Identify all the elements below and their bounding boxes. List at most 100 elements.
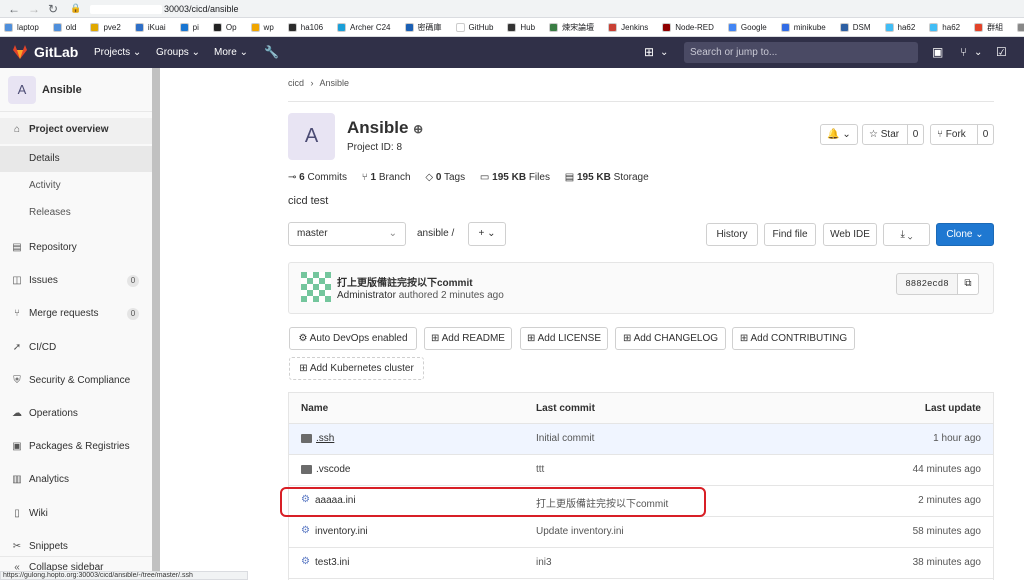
add-readme-button[interactable]: ⊞ Add README — [424, 327, 512, 350]
add-license-button[interactable]: ⊞ Add LICENSE — [520, 327, 608, 350]
clone-button[interactable]: Clone ⌄ — [936, 223, 994, 246]
tags-stat[interactable]: ◇ 0 Tags — [425, 172, 465, 183]
file-last-commit[interactable]: ttt — [536, 464, 544, 475]
file-name[interactable]: .ssh — [316, 433, 334, 444]
forward-icon[interactable]: → — [28, 2, 40, 16]
branch-stat[interactable]: ⑂ 1 Branch — [362, 172, 411, 183]
plus-square-icon[interactable]: ⊞ — [644, 45, 654, 59]
sidebar-item-merge-requests[interactable]: ⑂ Merge requests 0 — [0, 308, 152, 324]
file-name-cell[interactable]: ⚙ inventory.ini — [301, 526, 368, 537]
branch-select[interactable]: master ⌄ — [288, 222, 406, 246]
table-row[interactable]: .vscode ttt 44 minutes ago — [289, 455, 993, 486]
sidebar-item-operations[interactable]: ☁ Operations — [0, 408, 152, 424]
bookmark-item[interactable]: 群組 — [974, 18, 1003, 36]
bookmark-item[interactable]: 密碼庫 — [404, 18, 442, 36]
projects-menu[interactable]: Projects ⌄ — [94, 47, 141, 58]
bookmark-item[interactable]: Google — [727, 18, 767, 36]
copy-icon[interactable]: ⧉ — [957, 273, 979, 295]
bookmark-item[interactable]: ph105 — [1017, 18, 1024, 36]
merge-request-nav-icon[interactable]: ⑂ — [960, 45, 967, 59]
search-input[interactable]: Search or jump to... — [684, 42, 918, 63]
chevron-down-icon[interactable]: ⌄ — [974, 47, 982, 58]
issues-nav-icon[interactable]: ☑ — [996, 45, 1007, 59]
add-changelog-button[interactable]: ⊞ Add CHANGELOG — [615, 327, 726, 350]
address-bar[interactable]: 30003/cicd/ansible — [84, 2, 1024, 16]
sidebar-item-snippets[interactable]: ✂ Snippets — [0, 541, 152, 553]
breadcrumb-project[interactable]: Ansible — [320, 78, 350, 88]
add-contributing-button[interactable]: ⊞ Add CONTRIBUTING — [732, 327, 855, 350]
sidebar-project-header[interactable]: A Ansible — [0, 68, 152, 112]
bookmark-item[interactable]: Jenkins — [608, 18, 648, 36]
notification-button[interactable]: 🔔 ⌄ — [820, 124, 858, 145]
sidebar-item-security[interactable]: ⛨ Security & Compliance — [0, 375, 152, 391]
sidebar-subitem-details[interactable]: Details — [0, 146, 152, 172]
history-button[interactable]: History — [706, 223, 758, 246]
file-last-commit[interactable]: ini3 — [536, 557, 552, 568]
chevron-down-icon[interactable]: ⌄ — [660, 47, 668, 58]
groups-menu[interactable]: Groups ⌄ — [156, 47, 200, 58]
bookmark-item[interactable]: Archer C24 — [337, 18, 391, 36]
bookmark-item[interactable]: laptop — [4, 18, 39, 36]
file-last-commit[interactable]: Update inventory.ini — [536, 526, 624, 537]
sidebar-item-analytics[interactable]: ▥ Analytics — [0, 474, 152, 490]
gitlab-logo-icon[interactable] — [12, 44, 28, 60]
file-name-cell[interactable]: .ssh — [301, 433, 334, 444]
bookmark-item[interactable]: ha106 — [287, 18, 323, 36]
sidebar-subitem-activity[interactable]: Activity — [0, 173, 152, 199]
commit-author[interactable]: Administrator — [337, 290, 396, 301]
lock-icon[interactable]: 🔒 — [70, 3, 81, 14]
table-row[interactable]: ⚙ test3.ini ini3 38 minutes ago — [289, 548, 993, 579]
bookmark-item[interactable]: GitHub — [455, 18, 493, 36]
path-root[interactable]: ansible — [417, 228, 449, 239]
file-last-commit[interactable]: Initial commit — [536, 433, 594, 444]
auto-devops-button[interactable]: ⚙ Auto DevOps enabled — [289, 327, 417, 350]
bookmark-item[interactable]: iKuai — [134, 18, 166, 36]
gitlab-brand[interactable]: GitLab — [34, 44, 78, 60]
bookmark-item[interactable]: old — [52, 18, 76, 36]
sidebar-item-repository[interactable]: ▤ Repository — [0, 242, 152, 258]
bookmark-item[interactable]: minikube — [780, 18, 826, 36]
commits-stat[interactable]: ⊸ 6 Commits — [288, 172, 347, 183]
bookmark-item[interactable]: pve2 — [90, 18, 121, 36]
file-name-cell[interactable]: ⚙ test3.ini — [301, 557, 349, 568]
table-row[interactable]: ⚙ inventory.ini Update inventory.ini 58 min… — [289, 517, 993, 548]
fork-button[interactable]: ⑂ Fork 0 — [930, 124, 994, 145]
add-kubernetes-button[interactable]: ⊞ Add Kubernetes cluster — [289, 357, 424, 380]
sidebar-scrollbar[interactable] — [152, 68, 160, 580]
commit-title[interactable]: 打上更版備註完按以下commit — [337, 274, 473, 289]
bookmark-item[interactable]: ha62 — [884, 18, 915, 36]
file-name[interactable]: .vscode — [316, 464, 350, 475]
sidebar-subitem-releases[interactable]: Releases — [0, 200, 152, 226]
file-name-cell[interactable]: .vscode — [301, 464, 350, 475]
reload-icon[interactable]: ↻ — [48, 2, 58, 16]
file-name[interactable]: test3.ini — [315, 557, 349, 568]
table-row[interactable]: .ssh Initial commit 1 hour ago — [289, 424, 993, 455]
bookmark-item[interactable]: pi — [179, 18, 199, 36]
sidebar-item-packages[interactable]: ▣ Packages & Registries — [0, 441, 152, 457]
sidebar-item-cicd[interactable]: ➚ CI/CD — [0, 342, 152, 358]
sidebar-item-wiki[interactable]: ▯ Wiki — [0, 508, 152, 524]
star-button[interactable]: ☆ Star 0 — [862, 124, 924, 145]
file-name[interactable]: inventory.ini — [315, 526, 368, 537]
star-count[interactable]: 0 — [907, 125, 923, 144]
wrench-icon[interactable]: 🔧 — [264, 45, 279, 59]
web-ide-button[interactable]: Web IDE — [823, 223, 877, 246]
back-icon[interactable]: ← — [8, 2, 20, 16]
download-button[interactable]: ⤓ ⌄ — [883, 223, 930, 246]
bookmark-item[interactable]: Op — [212, 18, 237, 36]
bookmark-item[interactable]: Node-RED — [662, 18, 714, 36]
bookmark-item[interactable]: ha62 — [929, 18, 960, 36]
more-menu[interactable]: More ⌄ — [214, 47, 248, 58]
find-file-button[interactable]: Find file — [764, 223, 816, 246]
bookmark-item[interactable]: wp — [250, 18, 274, 36]
files-stat[interactable]: ▭ 195 KB Files — [480, 172, 550, 183]
bookmark-item[interactable]: 煉宋論壇 — [549, 18, 594, 36]
todo-icon[interactable]: ▣ — [932, 45, 943, 59]
sidebar-item-project-overview[interactable]: ⌂ Project overview — [0, 118, 152, 144]
bookmark-item[interactable]: DSM — [839, 18, 871, 36]
fork-count[interactable]: 0 — [977, 125, 993, 144]
breadcrumb-group[interactable]: cicd — [288, 78, 304, 88]
add-to-tree-button[interactable]: + ⌄ — [468, 222, 506, 246]
commit-sha[interactable]: 8882ecd8 — [896, 273, 958, 295]
sidebar-item-issues[interactable]: ◫ Issues 0 — [0, 275, 152, 291]
